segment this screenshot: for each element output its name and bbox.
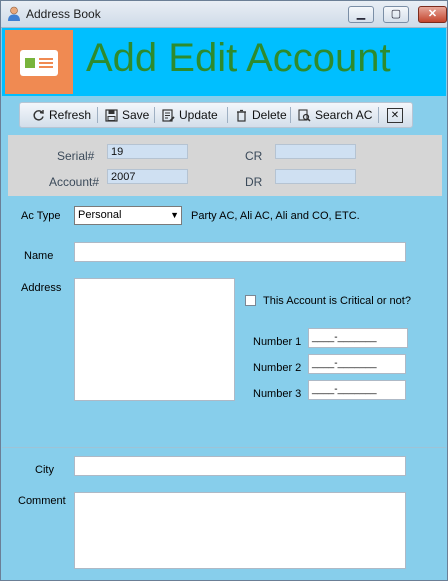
trash-icon [237, 109, 246, 122]
update-button[interactable]: Update [162, 106, 218, 124]
number2-label: Number 2 [253, 362, 302, 374]
maximize-button[interactable]: ▢ [383, 6, 409, 23]
account-info-panel: Serial# 19 Account# 2007 CR DR [8, 135, 442, 196]
search-account-button[interactable]: Search AC [298, 106, 372, 124]
save-icon [105, 108, 118, 122]
header-banner: Add Edit Account [2, 28, 446, 96]
page-title: Add Edit Account [86, 36, 391, 80]
refresh-icon [33, 109, 44, 120]
number3-label: Number 3 [253, 388, 302, 400]
close-form-button[interactable]: ✕ [387, 108, 403, 123]
update-icon [162, 108, 175, 122]
account-label: Account# [49, 175, 100, 189]
critical-checkbox[interactable] [245, 295, 256, 306]
account-field[interactable]: 2007 [107, 169, 188, 184]
ac-type-select[interactable]: Personal ▼ [74, 206, 182, 225]
user-icon [8, 6, 20, 21]
city-input[interactable] [74, 456, 406, 476]
dr-label: DR [245, 175, 263, 189]
dropdown-arrow-icon: ▼ [170, 210, 179, 220]
name-label: Name [24, 250, 54, 262]
delete-button[interactable]: Delete [235, 106, 287, 124]
toolbar: Refresh Save Update Delete Search AC ✕ [19, 102, 413, 128]
critical-label: This Account is Critical or not? [263, 295, 411, 307]
serial-field[interactable]: 19 [107, 144, 188, 159]
save-button[interactable]: Save [105, 106, 149, 124]
close-icon: ✕ [390, 110, 400, 121]
number1-input[interactable]: ____-_______ [308, 328, 408, 348]
title-bar: Address Book ▁ ▢ ✕ [1, 1, 447, 28]
search-icon [298, 108, 311, 122]
minimize-button[interactable]: ▁ [348, 6, 374, 23]
address-label: Address [21, 282, 62, 294]
number3-input[interactable]: ____-_______ [308, 380, 406, 400]
ac-type-label: Ac Type [21, 210, 61, 222]
cr-label: CR [245, 149, 263, 163]
address-book-window: Address Book ▁ ▢ ✕ Add Edit Account Refr… [0, 0, 448, 581]
comment-label: Comment [18, 495, 66, 507]
number2-input[interactable]: ____-_______ [308, 354, 406, 374]
ac-type-hint: Party AC, Ali AC, Ali and CO, ETC. [191, 210, 360, 222]
close-window-button[interactable]: ✕ [418, 6, 447, 23]
city-label: City [35, 464, 54, 476]
window-title: Address Book [26, 7, 101, 21]
contact-card-logo-icon [5, 30, 73, 94]
serial-label: Serial# [57, 149, 95, 163]
refresh-button[interactable]: Refresh [32, 106, 91, 124]
comment-textarea[interactable] [74, 492, 406, 569]
cr-field[interactable] [275, 144, 356, 159]
address-textarea[interactable] [74, 278, 235, 401]
dr-field[interactable] [275, 169, 356, 184]
number1-label: Number 1 [253, 336, 302, 348]
name-input[interactable] [74, 242, 406, 262]
